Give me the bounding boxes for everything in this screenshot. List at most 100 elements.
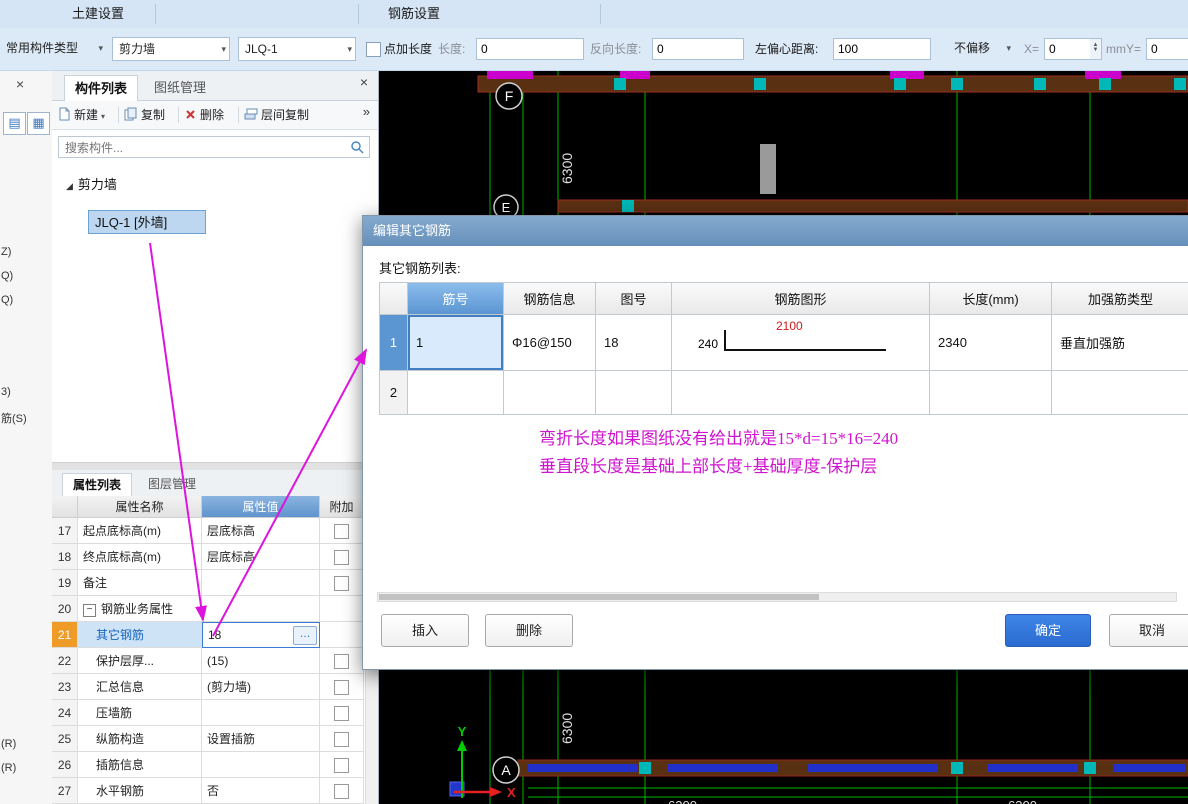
x-coordinate-label: X= [1024,42,1040,56]
offset-mode-dropdown[interactable]: 不偏移 ▾ [948,37,1014,61]
search-icon[interactable] [350,140,365,155]
copy-component-button[interactable]: 复制 [124,104,165,126]
tab-property-list[interactable]: 属性列表 [62,473,133,497]
property-value-editor[interactable]: 18 … [202,622,320,648]
empty-cell[interactable] [596,371,672,415]
rebar-info-cell[interactable]: Φ16@150 [504,315,596,371]
delete-button[interactable]: 删除 [485,614,573,647]
tab-rebar-settings[interactable]: 钢筋设置 [388,0,440,28]
property-value[interactable]: (剪力墙) [202,674,320,700]
attach-checkbox[interactable] [334,654,349,670]
property-group-row[interactable]: 20 − 钢筋业务属性 [52,596,364,622]
cancel-button[interactable]: 取消 [1109,614,1188,647]
rebar-shape-cell[interactable]: 240 2100 [672,315,930,371]
attach-checkbox[interactable] [334,784,349,800]
attach-checkbox[interactable] [334,524,349,540]
tab-layer-management[interactable]: 图层管理 [138,473,206,495]
property-header-attach: 附加 [320,496,364,518]
shape-horizontal-segment [724,349,886,351]
tab-component-list[interactable]: 构件列表 [64,75,139,102]
tab-civil-settings[interactable]: 土建设置 [72,0,124,28]
scrollbar-thumb[interactable] [379,594,819,600]
property-value[interactable] [202,752,320,778]
property-value[interactable]: 层底标高 [202,544,320,570]
tree-node-shear-wall[interactable]: ◢ 剪力墙 [66,174,117,196]
row-number: 19 [52,570,78,596]
attach-checkbox[interactable] [334,576,349,592]
bar-no-cell[interactable]: 1 [408,315,504,371]
tab-drawing-management[interactable]: 图纸管理 [144,75,216,100]
property-value[interactable]: (15) [202,648,320,674]
attach-cell [320,622,364,648]
y-coordinate-input[interactable] [1146,38,1188,60]
spinner-down-icon[interactable]: ▼ [1093,47,1099,53]
ellipsis-button[interactable]: … [293,625,317,645]
collapse-icon[interactable]: − [83,604,96,617]
property-value[interactable] [202,700,320,726]
point-add-length-checkbox[interactable] [366,42,381,57]
property-value[interactable] [202,570,320,596]
table-horizontal-scrollbar[interactable] [377,592,1177,602]
reverse-length-input[interactable] [652,38,744,60]
x-coordinate-input[interactable] [1044,38,1094,60]
empty-cell[interactable] [1052,371,1188,415]
attach-checkbox[interactable] [334,732,349,748]
close-icon[interactable]: × [360,74,368,90]
empty-cell[interactable] [504,371,596,415]
property-row[interactable]: 25 纵筋构造 设置插筋 [52,726,364,752]
list-view-icon[interactable]: ▤ [3,112,26,135]
new-component-button[interactable]: 新建 ▾ [58,104,105,126]
property-row[interactable]: 27 水平钢筋 否 [52,778,364,804]
column-header-bar-no[interactable]: 筋号 [408,283,504,315]
ribbon-separator [600,4,601,24]
length-input[interactable] [476,38,584,60]
component-select[interactable]: JLQ-1 ▾ [238,37,356,61]
property-row[interactable]: 26 插筋信息 [52,752,364,778]
tree-expanded-icon[interactable]: ◢ [66,181,73,191]
attach-checkbox[interactable] [334,706,349,722]
column-header-fig-no[interactable]: 图号 [596,283,672,315]
empty-cell[interactable] [672,371,930,415]
tree-item-jlq1[interactable]: JLQ-1 [外墙] [88,210,206,234]
row-header-1[interactable]: 1 [380,315,408,371]
property-row[interactable]: 22 保护层厚... (15) [52,648,364,674]
empty-cell[interactable] [408,371,504,415]
property-row[interactable]: 17 起点底标高(m) 层底标高 [52,518,364,544]
close-icon[interactable]: × [16,76,24,92]
attach-checkbox[interactable] [334,758,349,774]
column-block[interactable] [760,144,776,194]
property-row[interactable]: 24 压墙筋 [52,700,364,726]
column-header-info[interactable]: 钢筋信息 [504,283,596,315]
property-row[interactable]: 18 终点底标高(m) 层底标高 [52,544,364,570]
component-type-dropdown[interactable]: 常用构件类型 ▾ [0,37,106,61]
x-spinner[interactable]: ▲ ▼ [1090,38,1102,60]
property-row[interactable]: 19 备注 [52,570,364,596]
grid-view-icon[interactable]: ▦ [27,112,50,135]
column-header-length[interactable]: 长度(mm) [930,283,1052,315]
column-header-shape[interactable]: 钢筋图形 [672,283,930,315]
top-wall [477,70,1188,93]
reinforce-type-cell[interactable]: 垂直加强筋 [1052,315,1188,371]
dialog-title-bar[interactable]: 编辑其它钢筋 [363,216,1188,246]
insert-button[interactable]: 插入 [381,614,469,647]
column-header-type[interactable]: 加强筋类型 [1052,283,1188,315]
property-value[interactable]: 否 [202,778,320,804]
attach-checkbox[interactable] [334,680,349,696]
layer-copy-button[interactable]: 层间复制 [244,104,309,126]
empty-cell[interactable] [930,371,1052,415]
row-number: 25 [52,726,78,752]
left-offset-input[interactable] [833,38,931,60]
property-row-selected[interactable]: 21 其它钢筋 18 … [52,622,364,648]
property-row[interactable]: 23 汇总信息 (剪力墙) [52,674,364,700]
row-header-2[interactable]: 2 [380,371,408,415]
delete-component-button[interactable]: 删除 [184,104,224,126]
property-value[interactable]: 设置插筋 [202,726,320,752]
property-value[interactable]: 层底标高 [202,518,320,544]
attach-checkbox[interactable] [334,550,349,566]
toolbar-overflow-button[interactable]: » [363,104,370,119]
search-input[interactable] [63,138,347,158]
fig-no-cell[interactable]: 18 [596,315,672,371]
wall-type-select[interactable]: 剪力墙 ▾ [112,37,230,61]
ok-button[interactable]: 确定 [1005,614,1091,647]
total-length-cell[interactable]: 2340 [930,315,1052,371]
